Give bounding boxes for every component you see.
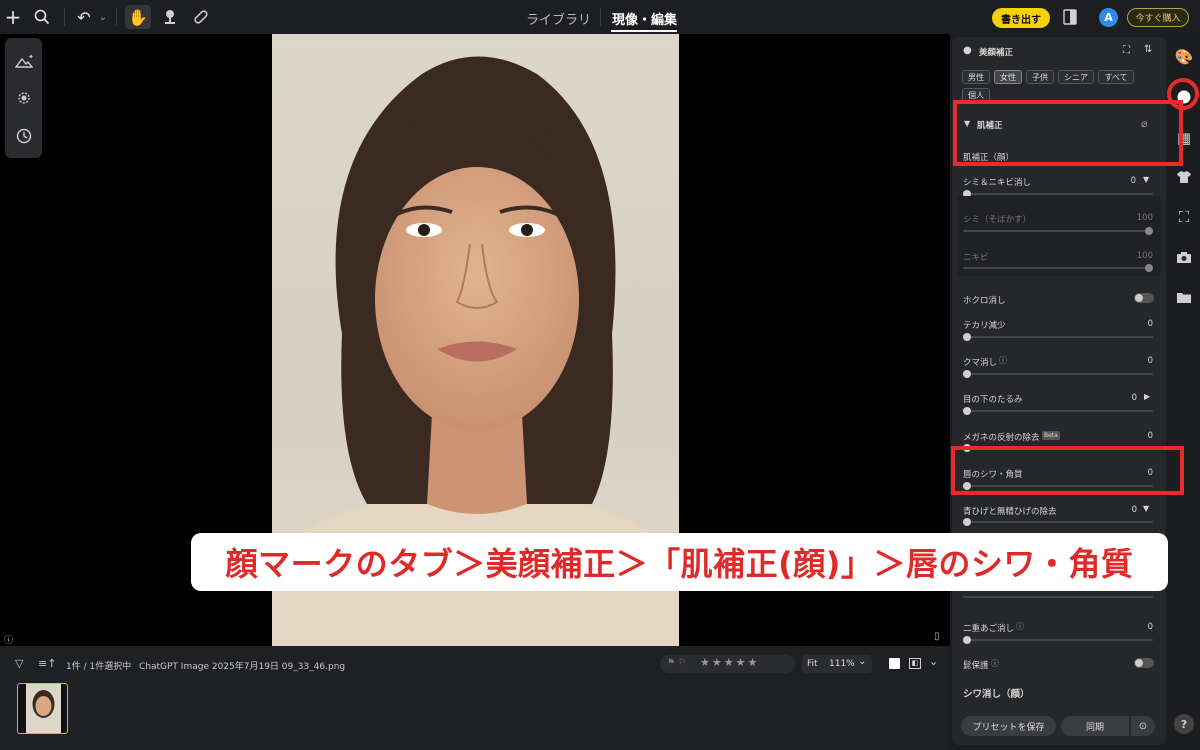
row-label: シミ（そばかす）: [963, 215, 1032, 225]
chevron-down-icon[interactable]: ⌄: [858, 656, 866, 667]
search-icon[interactable]: [32, 7, 52, 27]
chip-child[interactable]: 子供: [1026, 70, 1054, 84]
rating-bar: ⚑ ⚐ ★★★★★: [660, 655, 795, 673]
row-value: 0: [1147, 319, 1153, 329]
buy-now-button[interactable]: 今すぐ購入: [1127, 8, 1189, 27]
expand-down-icon[interactable]: ▼: [1143, 504, 1149, 513]
star-rating[interactable]: ★★★★★: [700, 656, 759, 669]
row-value: 0: [1147, 356, 1153, 366]
highlight-skin-section: [953, 100, 1183, 166]
bandage-icon[interactable]: [191, 7, 211, 27]
chip-all[interactable]: すべて: [1098, 70, 1134, 84]
highlight-lip-wrinkle-row: [951, 446, 1184, 495]
slider[interactable]: [963, 596, 1153, 598]
single-view-icon[interactable]: [889, 658, 900, 669]
row-label: 二重あご消し: [963, 624, 1015, 634]
row-value: 0: [1131, 505, 1137, 515]
help-icon[interactable]: ⓘ: [991, 658, 999, 669]
camera-icon[interactable]: [1173, 246, 1195, 268]
mole-removal-toggle[interactable]: [1134, 293, 1154, 303]
row-label: 目の下のたるみ: [963, 395, 1023, 405]
row-label: テカリ減少: [963, 321, 1006, 331]
hand-icon[interactable]: ✋: [128, 7, 148, 27]
sync-button[interactable]: 同期: [1061, 716, 1129, 736]
row-value: 0: [1131, 393, 1137, 403]
row-value: 100: [1136, 213, 1153, 223]
zoom-level[interactable]: 111%: [829, 659, 855, 669]
row-label: メガネの反射の除去: [963, 433, 1040, 443]
selection-count: 1件 / 1件選択中: [66, 662, 132, 672]
shirt-icon[interactable]: [1173, 166, 1195, 188]
history-icon[interactable]: [14, 126, 34, 146]
chip-male[interactable]: 男性: [962, 70, 990, 84]
crop-icon[interactable]: ⛶: [1173, 206, 1195, 228]
slider[interactable]: [963, 370, 1153, 378]
zoom-control[interactable]: Fit 111% ⌄: [802, 655, 872, 673]
compare-icon[interactable]: [1060, 7, 1080, 27]
file-name: ChatGPT Image 2025年7月19日 09_33_46.png: [139, 662, 346, 672]
filter-icon[interactable]: ▽: [15, 657, 23, 670]
row-value: 0: [1147, 431, 1153, 441]
sync-settings-icon[interactable]: ⊙: [1131, 716, 1155, 736]
chip-senior[interactable]: シニア: [1058, 70, 1094, 84]
tab-develop-edit[interactable]: 現像・編集: [612, 9, 677, 28]
row-label: 髭保護: [963, 661, 989, 671]
instruction-caption: 顔マークのタブ＞美顔補正＞「肌補正(顔)」＞唇のシワ・角質: [191, 533, 1168, 591]
help-icon[interactable]: ⓘ: [1016, 621, 1024, 632]
highlight-face-tab: [1167, 78, 1199, 110]
row-label: 青ひげと無精ひげの除去: [963, 507, 1057, 517]
chevron-down-icon[interactable]: ⌄: [929, 655, 938, 668]
row-value: 0: [1130, 176, 1136, 186]
auto-adjust-icon[interactable]: ✦: [14, 51, 34, 71]
row-value: 0: [1147, 622, 1153, 632]
slider[interactable]: [963, 264, 1153, 272]
help-icon[interactable]: ?: [1174, 714, 1194, 734]
row-label: クマ消し: [963, 358, 998, 368]
active-tab-indicator: [611, 30, 677, 32]
left-tool-panel: ✦: [5, 38, 42, 158]
wrinkle-section[interactable]: シワ消し（顔）: [963, 686, 1030, 700]
panel-toggle-icon[interactable]: ▯: [934, 631, 940, 642]
slider[interactable]: [963, 636, 1153, 644]
chip-female[interactable]: 女性: [994, 70, 1022, 84]
before-after-icon[interactable]: ◧: [909, 658, 921, 669]
chevron-down-icon[interactable]: ⌄: [93, 7, 113, 27]
folder-settings-icon[interactable]: [1173, 286, 1195, 308]
add-icon[interactable]: +: [3, 5, 23, 29]
face-detect-icon[interactable]: ⛶: [1123, 45, 1130, 56]
palette-icon[interactable]: 🎨: [1173, 46, 1195, 68]
expand-right-icon[interactable]: ▶: [1144, 392, 1150, 401]
thumbnail[interactable]: [17, 683, 68, 734]
beta-badge: Beta: [1042, 431, 1060, 440]
slider[interactable]: [963, 190, 1153, 198]
slider[interactable]: [963, 333, 1153, 341]
fit-label[interactable]: Fit: [807, 659, 818, 669]
panel-title: 美顔補正: [979, 48, 1014, 58]
export-button[interactable]: 書き出す: [992, 8, 1050, 28]
sub-settings-block: [957, 196, 1161, 276]
row-label: ニキビ: [963, 253, 989, 263]
help-icon[interactable]: ⓘ: [999, 355, 1007, 366]
save-preset-button[interactable]: プリセットを保存: [961, 716, 1056, 736]
slider[interactable]: [963, 227, 1153, 235]
beard-protect-toggle[interactable]: [1134, 658, 1154, 668]
top-toolbar: + ↶ ⌄ ✋ ライブラリ 現像・編集 書き出す A 今すぐ購入: [0, 0, 1200, 34]
row-value: 100: [1136, 251, 1153, 261]
tab-library[interactable]: ライブラリ: [526, 9, 591, 28]
stamp-icon[interactable]: [160, 7, 180, 27]
undo-icon[interactable]: ↶: [74, 7, 94, 27]
row-label: シミ＆ニキビ消し: [963, 178, 1032, 188]
expand-down-icon[interactable]: ▼: [1143, 175, 1149, 184]
sun-icon[interactable]: [14, 88, 34, 108]
row-label: ホクロ消し: [963, 296, 1006, 306]
avatar[interactable]: A: [1099, 8, 1118, 27]
slider[interactable]: [963, 518, 1153, 526]
face-icon: ●: [963, 45, 972, 56]
sort-icon[interactable]: ≡↑: [38, 657, 56, 670]
info-icon[interactable]: ⓘ: [4, 633, 13, 646]
slider[interactable]: [963, 407, 1153, 415]
svg-text:✦: ✦: [28, 53, 33, 61]
reset-icon[interactable]: ⇅: [1144, 44, 1152, 55]
flag-icon[interactable]: ⚑ ⚐: [667, 658, 686, 668]
